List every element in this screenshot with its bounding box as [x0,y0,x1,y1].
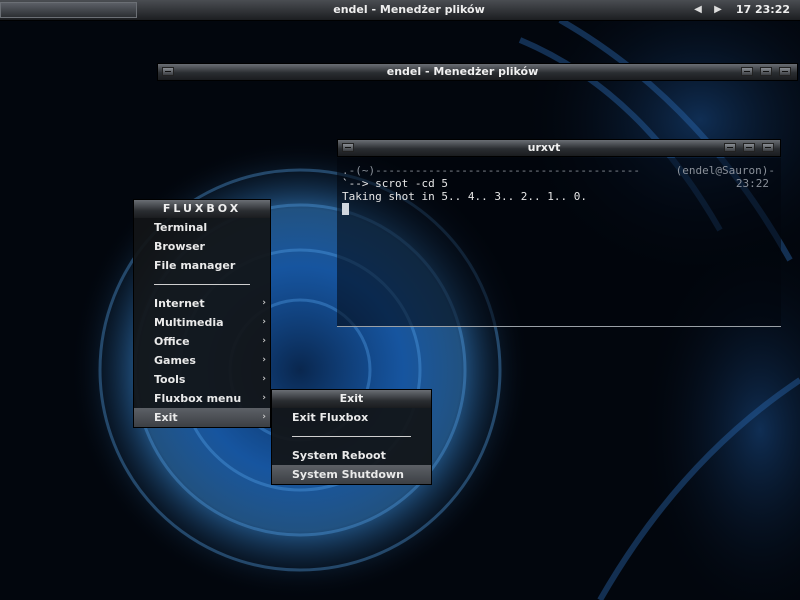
menu-item-label: Terminal [154,221,208,234]
root-menu-item-terminal[interactable]: Terminal [134,218,270,237]
terminal-title: urxvt [527,141,561,154]
exit-submenu: Exit Exit Fluxbox System Reboot System Shu… [271,389,432,485]
file-manager-titlebar[interactable]: endel - Menedżer plików [157,63,798,81]
file-manager-title: endel - Menedżer plików [386,65,539,78]
prompt-time: 23:22 [735,177,769,190]
minimize-button[interactable] [724,143,736,152]
menu-separator [272,427,431,446]
exit-menu-item-system-reboot[interactable]: System Reboot [272,446,431,465]
prompt-user-host: (endel@Sauron)- [675,164,775,177]
submenu-arrow-icon: › [262,412,266,422]
menu-item-label: File manager [154,259,236,272]
terminal-titlebar[interactable]: urxvt [337,139,781,157]
workspace-tab[interactable] [0,2,137,18]
root-menu-title: FLUXBOX [134,200,270,218]
command-output: Taking shot in 5.. 4.. 3.. 2.. 1.. 0. [342,190,588,203]
menu-item-label: Multimedia [154,316,224,329]
submenu-arrow-icon: › [262,317,266,327]
prompt-line-top: .-(~)-----------------------------------… [342,164,641,177]
submenu-arrow-icon: › [262,393,266,403]
menu-item-label: Tools [154,373,186,386]
window-menu-button[interactable] [342,143,354,152]
root-menu-item-multimedia[interactable]: Multimedia › [134,313,270,332]
minimize-button[interactable] [741,67,753,76]
window-menu-button[interactable] [162,67,174,76]
terminal-content[interactable]: .-(~)-----------------------------------… [337,158,781,327]
maximize-button[interactable] [743,143,755,152]
submenu-arrow-icon: › [262,355,266,365]
root-menu-item-fluxbox-menu[interactable]: Fluxbox menu › [134,389,270,408]
menu-item-label: System Shutdown [292,468,404,481]
menu-item-label: Exit Fluxbox [292,411,369,424]
menu-item-label: Internet [154,297,205,310]
toolbar-window-title[interactable]: endel - Menedżer plików [138,0,680,20]
exit-menu-item-system-shutdown[interactable]: System Shutdown [272,465,431,484]
menu-item-label: Office [154,335,190,348]
close-button[interactable] [779,67,791,76]
root-menu-item-internet[interactable]: Internet › [134,294,270,313]
menu-item-label: Games [154,354,196,367]
root-menu-item-office[interactable]: Office › [134,332,270,351]
root-menu-item-file-manager[interactable]: File manager [134,256,270,275]
menu-separator [134,275,270,294]
root-menu-item-exit[interactable]: Exit › [134,408,270,427]
toolbar-clock: 17 23:22 [735,3,790,16]
menu-item-label: System Reboot [292,449,386,462]
previous-window-icon[interactable]: ◀ [691,3,705,17]
exit-menu-title: Exit [272,390,431,408]
next-window-icon[interactable]: ▶ [711,3,725,17]
command-line: `--> scrot -cd 5 [342,177,448,190]
fluxbox-toolbar: endel - Menedżer plików ◀ ▶ 17 23:22 [0,0,800,21]
menu-item-label: Fluxbox menu [154,392,242,405]
submenu-arrow-icon: › [262,336,266,346]
submenu-arrow-icon: › [262,374,266,384]
close-button[interactable] [762,143,774,152]
submenu-arrow-icon: › [262,298,266,308]
menu-item-label: Exit [154,411,178,424]
maximize-button[interactable] [760,67,772,76]
exit-menu-item-exit-fluxbox[interactable]: Exit Fluxbox [272,408,431,427]
terminal-cursor [342,203,349,215]
fluxbox-root-menu: FLUXBOX Terminal Browser File manager Inter… [133,199,271,428]
root-menu-item-tools[interactable]: Tools › [134,370,270,389]
root-menu-item-games[interactable]: Games › [134,351,270,370]
root-menu-item-browser[interactable]: Browser [134,237,270,256]
menu-item-label: Browser [154,240,205,253]
